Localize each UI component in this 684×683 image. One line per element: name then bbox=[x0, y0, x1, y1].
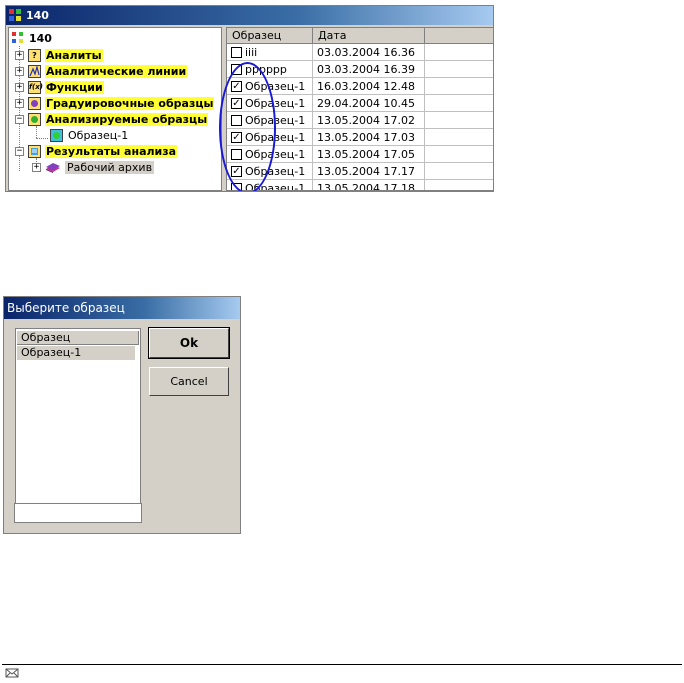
table-header: Образец Дата bbox=[227, 28, 493, 44]
date-cell: 29.04.2004 10.45 bbox=[313, 95, 425, 112]
tree-item-working-archive[interactable]: + Рабочий архив bbox=[32, 159, 155, 175]
cancel-button[interactable]: Cancel bbox=[149, 367, 229, 396]
date-cell: 13.05.2004 17.17 bbox=[313, 163, 425, 180]
empty-cell bbox=[425, 44, 493, 61]
table-row[interactable]: Образец-1 13.05.2004 17.18 bbox=[227, 180, 493, 190]
expand-icon[interactable]: + bbox=[15, 66, 24, 76]
date-cell: 03.03.2004 16.36 bbox=[313, 44, 425, 61]
sample-checkbox[interactable] bbox=[231, 46, 242, 58]
date-cell: 13.05.2004 17.05 bbox=[313, 146, 425, 163]
tree-item-sample-1[interactable]: Образец-1 bbox=[50, 127, 129, 143]
app-icon bbox=[9, 9, 22, 22]
tree-root[interactable]: 140 bbox=[11, 30, 52, 46]
tree-item-label: Функции bbox=[45, 80, 104, 94]
date-cell: 13.05.2004 17.03 bbox=[313, 129, 425, 146]
expand-icon[interactable]: + bbox=[32, 162, 41, 172]
tree-item-label: Аналитические линии bbox=[45, 64, 188, 78]
project-root-icon bbox=[11, 31, 25, 45]
sample-name: iiii bbox=[245, 45, 258, 59]
dialog-titlebar[interactable]: Выберите образец bbox=[4, 297, 240, 319]
expand-icon[interactable]: + bbox=[15, 50, 24, 60]
main-window: 140 140 + ? Аналиты + Аналитические лини… bbox=[5, 5, 494, 192]
tree-item-label: Градуировочные образцы bbox=[45, 96, 215, 110]
sample-cell: iiii bbox=[227, 44, 313, 61]
tree-item-label: Результаты анализа bbox=[45, 144, 178, 158]
tree-guide-line bbox=[36, 126, 37, 138]
empty-cell bbox=[425, 112, 493, 129]
empty-cell bbox=[425, 95, 493, 112]
samples-icon bbox=[28, 112, 41, 126]
column-header-date[interactable]: Дата bbox=[313, 28, 425, 44]
expand-icon[interactable]: + bbox=[15, 82, 24, 92]
tree-item-analytes[interactable]: + ? Аналиты bbox=[15, 47, 103, 63]
column-header-sample[interactable]: Образец bbox=[227, 28, 313, 44]
empty-cell bbox=[425, 78, 493, 95]
select-sample-dialog: Выберите образец Образец Образец-1 Ok Ca… bbox=[3, 296, 241, 534]
annotation-ellipse bbox=[219, 62, 276, 191]
sample-list[interactable]: Образец Образец-1 bbox=[15, 328, 141, 512]
tree-item-analytical-lines[interactable]: + Аналитические линии bbox=[15, 63, 188, 79]
expand-icon[interactable]: + bbox=[15, 98, 24, 108]
date-cell: 13.05.2004 17.18 bbox=[313, 180, 425, 190]
tree-root-label: 140 bbox=[29, 31, 52, 45]
empty-cell bbox=[425, 163, 493, 180]
results-icon bbox=[28, 144, 41, 158]
empty-cell bbox=[425, 146, 493, 163]
ok-button[interactable]: Ok bbox=[148, 327, 230, 359]
sample-icon bbox=[50, 128, 63, 142]
page-divider bbox=[2, 664, 682, 665]
calibration-icon bbox=[28, 96, 41, 110]
tree-item-label: Рабочий архив bbox=[65, 160, 155, 174]
window-title: 140 bbox=[26, 9, 49, 22]
table-row[interactable]: iiii 03.03.2004 16.36 bbox=[227, 44, 493, 61]
tree-item-label: Аналиты bbox=[45, 48, 103, 62]
date-cell: 03.03.2004 16.39 bbox=[313, 61, 425, 78]
table-row[interactable]: pppppp 03.03.2004 16.39 bbox=[227, 61, 493, 78]
tree-item-analyzed-samples[interactable]: − Анализируемые образцы bbox=[15, 111, 209, 127]
collapse-icon[interactable]: − bbox=[15, 146, 24, 156]
dialog-title: Выберите образец bbox=[7, 301, 125, 315]
tree-item-label: Анализируемые образцы bbox=[45, 112, 209, 126]
empty-cell bbox=[425, 180, 493, 190]
sample-name-input[interactable] bbox=[14, 503, 142, 523]
empty-cell bbox=[425, 129, 493, 146]
analytes-icon: ? bbox=[28, 48, 41, 62]
main-window-titlebar[interactable]: 140 bbox=[6, 6, 493, 25]
tree-item-calibration-samples[interactable]: + Градуировочные образцы bbox=[15, 95, 215, 111]
collapse-icon[interactable]: − bbox=[15, 114, 24, 124]
tree-guide-line bbox=[36, 138, 48, 139]
tree-item-analysis-results[interactable]: − Результаты анализа bbox=[15, 143, 178, 159]
list-item[interactable]: Образец-1 bbox=[17, 346, 135, 360]
empty-cell bbox=[425, 61, 493, 78]
date-cell: 16.03.2004 12.48 bbox=[313, 78, 425, 95]
date-cell: 13.05.2004 17.02 bbox=[313, 112, 425, 129]
tree-item-label: Образец-1 bbox=[68, 128, 129, 142]
envelope-icon bbox=[5, 667, 19, 679]
list-column-header[interactable]: Образец bbox=[17, 331, 139, 345]
column-header-empty[interactable] bbox=[425, 28, 493, 44]
archive-books-icon bbox=[45, 161, 61, 174]
lines-icon bbox=[28, 64, 41, 78]
project-tree[interactable]: 140 + ? Аналиты + Аналитические линии + … bbox=[8, 27, 222, 191]
function-icon: f(x) bbox=[28, 80, 43, 94]
tree-item-functions[interactable]: + f(x) Функции bbox=[15, 79, 104, 95]
